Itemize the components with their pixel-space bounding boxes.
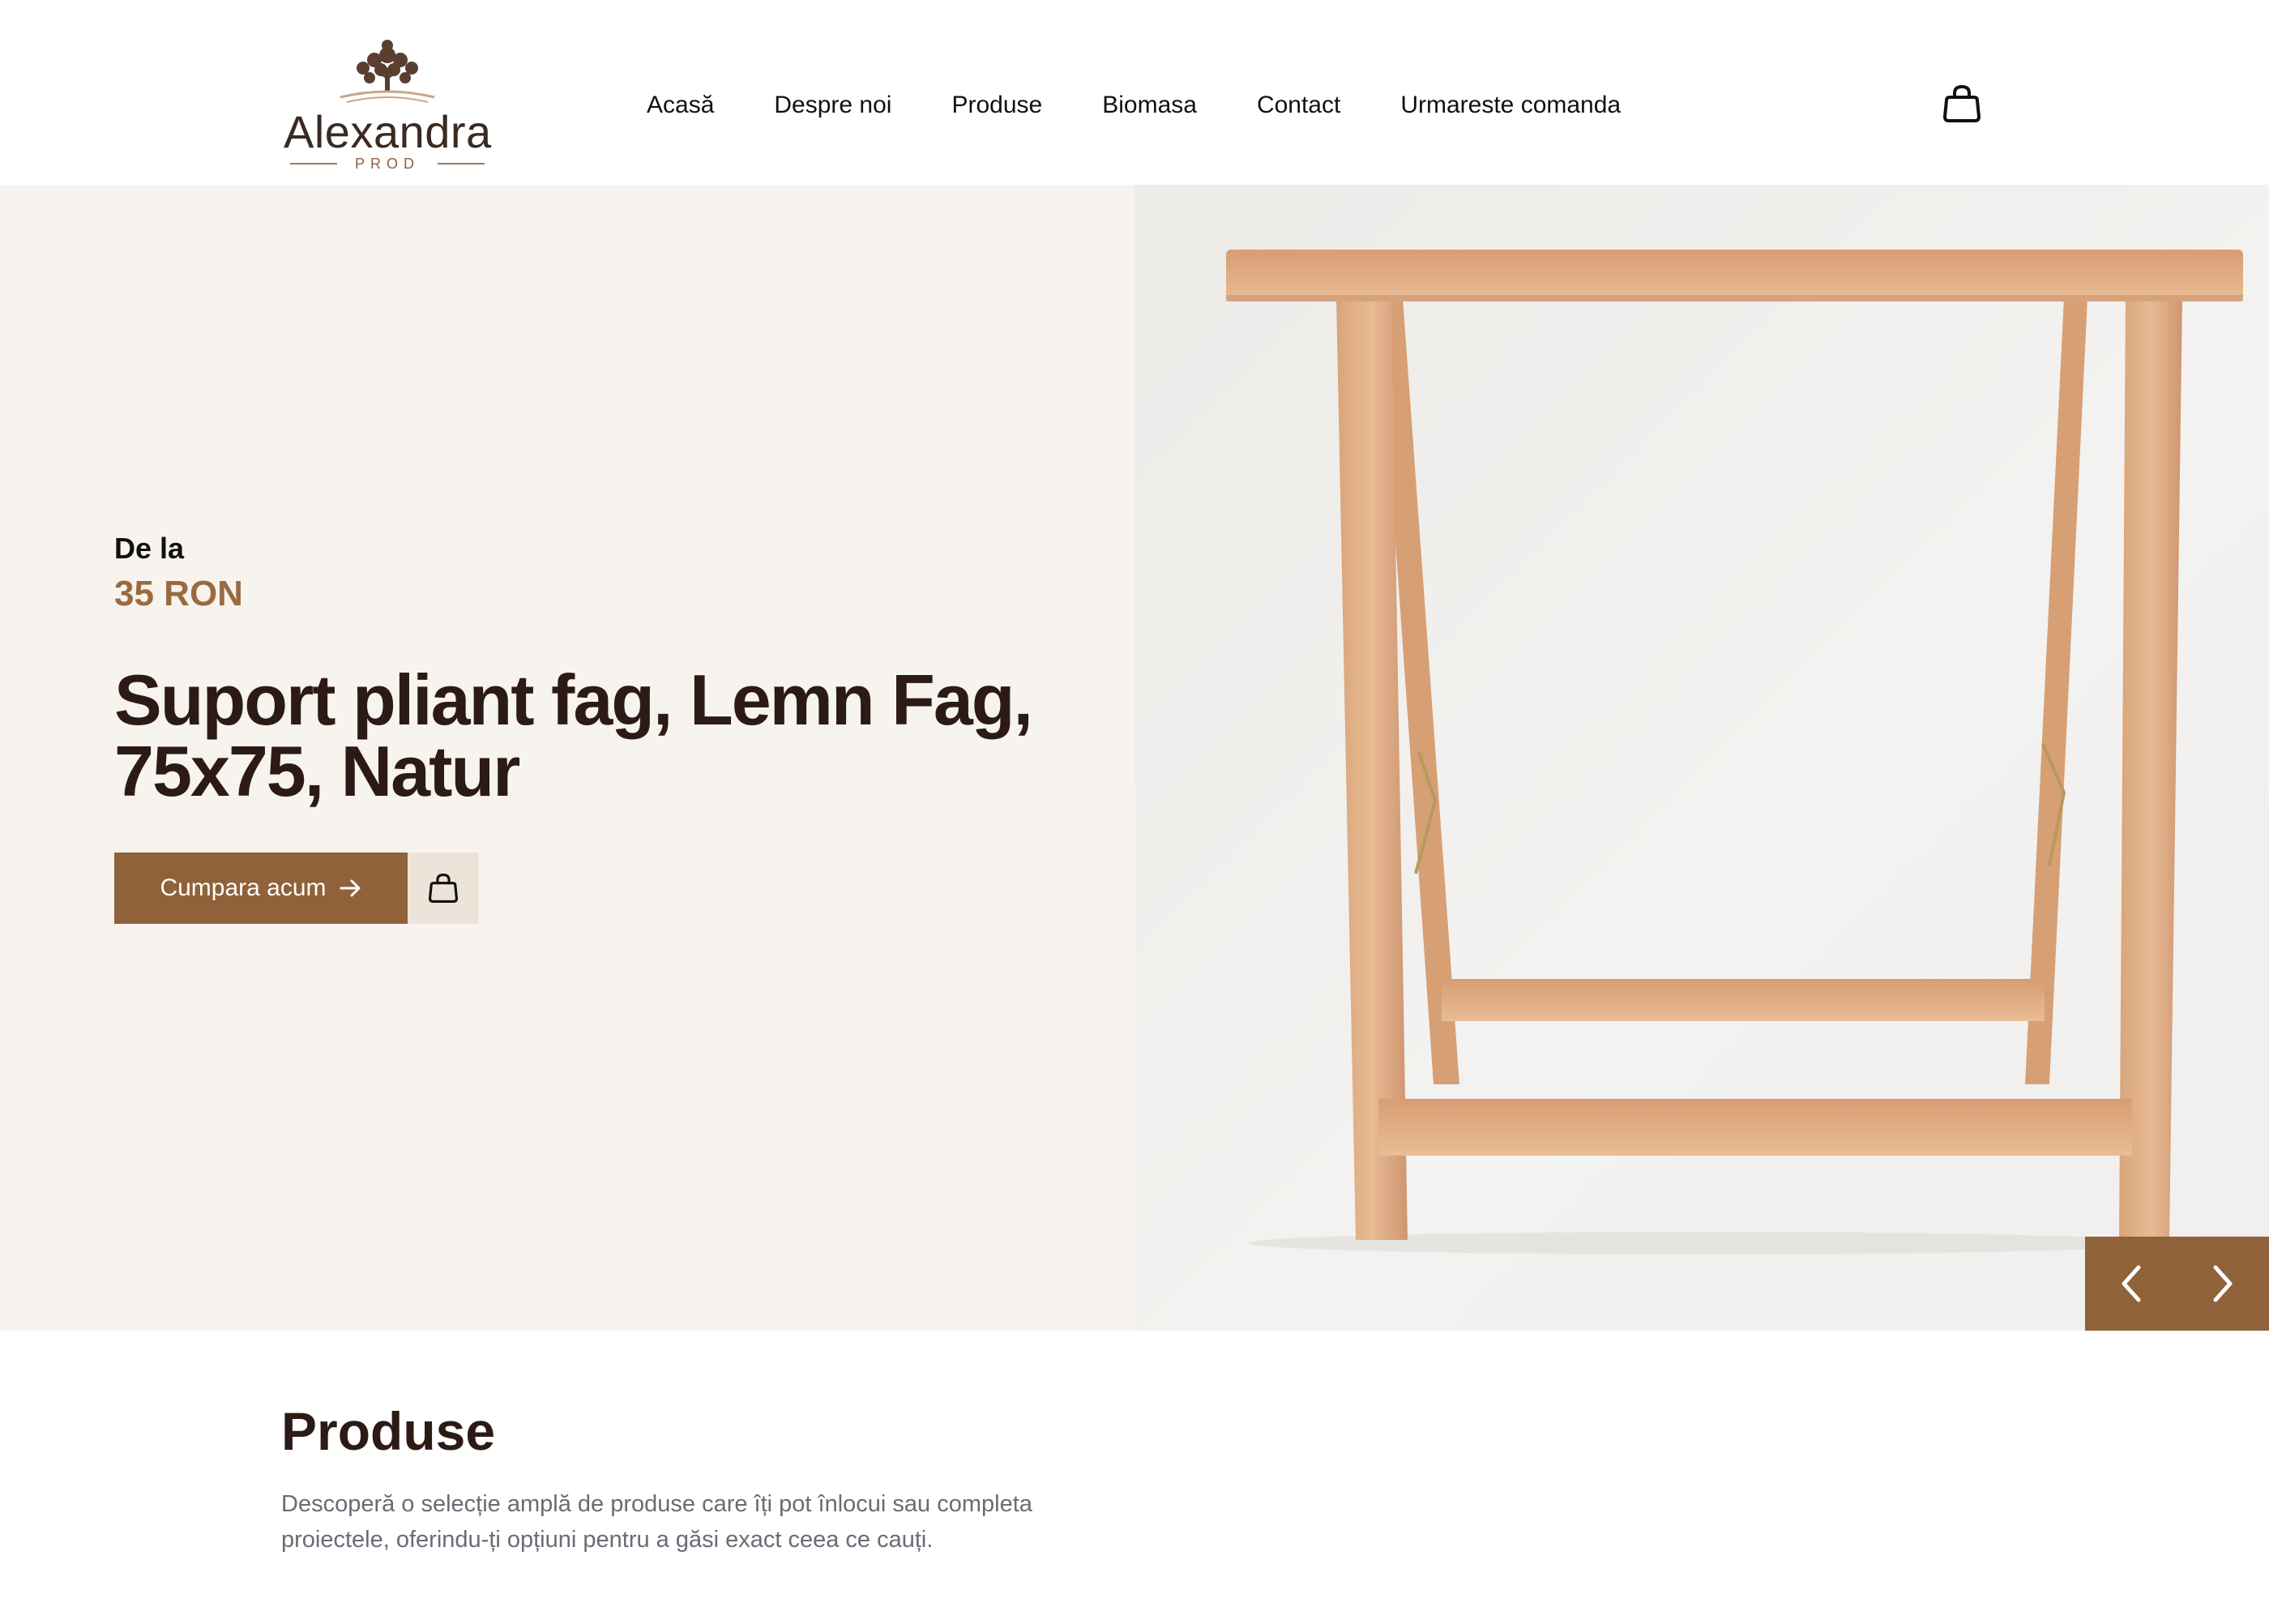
- hero-title: Suport pliant fag, Lemn Fag, 75x75, Natu…: [114, 660, 1033, 811]
- nav-item-contact[interactable]: Contact: [1257, 92, 1340, 119]
- chevron-left-icon: [2122, 1265, 2140, 1302]
- buy-now-label: Cumpara acum: [160, 874, 327, 901]
- main-nav: Acasă Despre noi Produse Biomasa Contact…: [647, 88, 1621, 123]
- nav-item-biomasa[interactable]: Biomasa: [1102, 92, 1197, 119]
- page: Alexandra PROD Acasă Despre noi Produse …: [0, 0, 2269, 1624]
- nav-item-acasa[interactable]: Acasă: [647, 92, 714, 119]
- slider-controls: [2085, 1237, 2269, 1331]
- price-value: 35 RON: [114, 574, 243, 613]
- arrow-right-icon: [340, 878, 362, 898]
- nav-item-urmareste-comanda[interactable]: Urmareste comanda: [1400, 92, 1621, 119]
- products-section-description: Descoperă o selecție amplă de produse ca…: [281, 1491, 1032, 1553]
- shopping-bag-icon: [1943, 84, 1981, 122]
- buy-now-button[interactable]: Cumpara acum: [114, 853, 408, 924]
- trestle-image: [1226, 250, 2243, 1254]
- hero-content: De la 35 RON Suport pliant fag, Lemn Fag…: [0, 185, 1135, 1331]
- add-to-cart-button[interactable]: [408, 853, 479, 924]
- slider-prev-button[interactable]: [2085, 1237, 2177, 1331]
- shopping-bag-icon: [429, 873, 458, 903]
- brand-subtitle: PROD: [354, 156, 420, 172]
- products-section-title: Produse: [281, 1401, 496, 1461]
- brand-name: Alexandra: [284, 106, 492, 157]
- chevron-right-icon: [2213, 1265, 2232, 1302]
- brand-logo[interactable]: Alexandra PROD: [284, 32, 491, 175]
- site-header: Alexandra PROD Acasă Despre noi Produse …: [0, 0, 2269, 185]
- nav-item-produse[interactable]: Produse: [951, 92, 1042, 119]
- price-label: De la: [114, 532, 185, 565]
- hero-product-image: [1135, 185, 2269, 1331]
- slider-next-button[interactable]: [2177, 1237, 2268, 1331]
- cart-button[interactable]: [1943, 84, 1981, 123]
- nav-item-despre-noi[interactable]: Despre noi: [774, 92, 891, 119]
